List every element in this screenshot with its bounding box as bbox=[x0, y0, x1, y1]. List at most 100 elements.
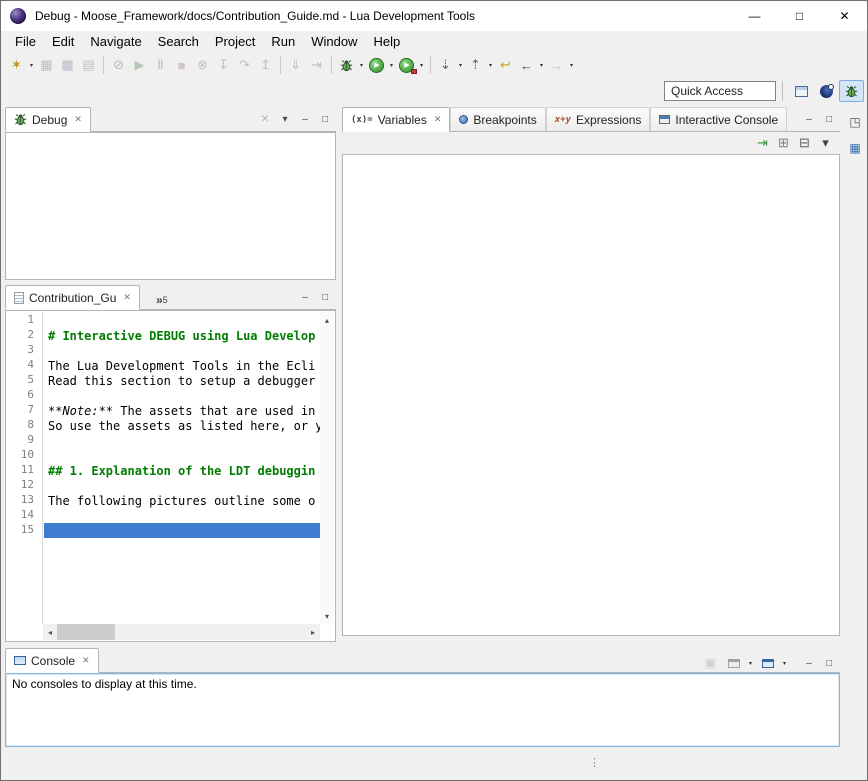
menu-navigate[interactable]: Navigate bbox=[82, 32, 149, 51]
use-step-filters-icon[interactable]: ⇥ bbox=[306, 54, 327, 76]
maximize-button[interactable]: □ bbox=[777, 1, 822, 31]
scroll-right-icon[interactable]: ▸ bbox=[306, 624, 320, 640]
skip-all-breakpoints-icon[interactable]: ⊘ bbox=[108, 54, 129, 76]
maximize-view-icon[interactable]: □ bbox=[823, 111, 835, 127]
editor-line-6[interactable] bbox=[44, 388, 320, 403]
scroll-up-icon[interactable]: ▴ bbox=[320, 312, 334, 328]
external-tools-dropdown-icon[interactable]: ▾ bbox=[417, 54, 426, 76]
debug-dropdown-icon[interactable]: ▾ bbox=[357, 54, 366, 76]
resize-grip[interactable]: ⋮ bbox=[589, 756, 600, 769]
editor-line-1[interactable] bbox=[44, 313, 320, 328]
tab-expressions[interactable]: x+yExpressions bbox=[546, 107, 651, 131]
editor-line-3[interactable] bbox=[44, 343, 320, 358]
lua-perspective-button[interactable] bbox=[814, 80, 839, 102]
editor-horizontal-scrollbar[interactable]: ◂ ▸ bbox=[43, 624, 320, 640]
print-icon[interactable]: ▤ bbox=[78, 54, 99, 76]
editor-line-4[interactable]: The Lua Development Tools in the Ecli bbox=[44, 358, 320, 373]
run-dropdown-icon[interactable]: ▾ bbox=[387, 54, 396, 76]
editor-line-13[interactable]: The following pictures outline some o bbox=[44, 493, 320, 508]
scrollbar-thumb[interactable] bbox=[57, 624, 115, 640]
console-content[interactable]: No consoles to display at this time. bbox=[5, 673, 840, 747]
forward-icon[interactable]: → bbox=[546, 54, 567, 76]
menu-file[interactable]: File bbox=[7, 32, 44, 51]
editor-code[interactable]: # Interactive DEBUG using Lua Develop The… bbox=[44, 312, 320, 624]
menu-help[interactable]: Help bbox=[365, 32, 408, 51]
open-console-dropdown-icon[interactable]: ▾ bbox=[780, 652, 789, 674]
menu-window[interactable]: Window bbox=[303, 32, 365, 51]
previous-annotation-dropdown-icon[interactable]: ▾ bbox=[486, 54, 495, 76]
back-icon[interactable]: ← bbox=[516, 54, 537, 76]
run-icon[interactable]: ▶ bbox=[366, 54, 387, 76]
remove-all-terminated-icon[interactable]: ✕ bbox=[259, 111, 271, 127]
close-icon[interactable]: ✕ bbox=[74, 114, 82, 125]
drop-to-frame-icon[interactable]: ⇓ bbox=[285, 54, 306, 76]
editor-vertical-scrollbar[interactable]: ▴ ▾ bbox=[320, 312, 334, 624]
close-icon[interactable]: ✕ bbox=[123, 292, 131, 303]
editor-line-14[interactable] bbox=[44, 508, 320, 523]
minimize-view-icon[interactable]: – bbox=[299, 289, 311, 305]
scroll-left-icon[interactable]: ◂ bbox=[43, 624, 57, 640]
debug-perspective-button[interactable] bbox=[839, 80, 864, 102]
maximize-view-icon[interactable]: □ bbox=[319, 111, 331, 127]
new-icon[interactable]: ✶ bbox=[6, 54, 27, 76]
save-icon[interactable]: ▦ bbox=[36, 54, 57, 76]
editor-line-12[interactable] bbox=[44, 478, 320, 493]
view-menu-icon[interactable]: ▾ bbox=[815, 132, 836, 154]
forward-dropdown-icon[interactable]: ▾ bbox=[567, 54, 576, 76]
editor[interactable]: 123456789101112131415 # Interactive DEBU… bbox=[5, 310, 336, 642]
close-icon[interactable]: ✕ bbox=[434, 114, 442, 125]
editor-line-8[interactable]: So use the assets as listed here, or y bbox=[44, 418, 320, 433]
step-into-icon[interactable]: ↧ bbox=[213, 54, 234, 76]
debug-icon[interactable] bbox=[336, 54, 357, 76]
step-return-icon[interactable]: ↥ bbox=[255, 54, 276, 76]
tab-interactive-console[interactable]: Interactive Console bbox=[650, 107, 787, 131]
menu-project[interactable]: Project bbox=[207, 32, 263, 51]
scroll-down-icon[interactable]: ▾ bbox=[320, 608, 334, 624]
terminate-icon[interactable]: ■ bbox=[171, 54, 192, 76]
show-type-names-icon[interactable]: ⇥ bbox=[752, 132, 773, 154]
open-perspective-button[interactable] bbox=[789, 80, 814, 102]
back-dropdown-icon[interactable]: ▾ bbox=[537, 54, 546, 76]
next-annotation-dropdown-icon[interactable]: ▾ bbox=[456, 54, 465, 76]
minimized-view-grid-icon[interactable]: ▦ bbox=[846, 139, 864, 157]
editor-line-11[interactable]: ## 1. Explanation of the LDT debuggin bbox=[44, 463, 320, 478]
disconnect-icon[interactable]: ⊗ bbox=[192, 54, 213, 76]
show-logical-structure-icon[interactable]: ⊞ bbox=[773, 132, 794, 154]
editor-line-15[interactable] bbox=[44, 523, 320, 538]
new-dropdown-icon[interactable]: ▾ bbox=[27, 54, 36, 76]
editor-line-2[interactable]: # Interactive DEBUG using Lua Develop bbox=[44, 328, 320, 343]
close-icon[interactable]: ✕ bbox=[82, 655, 90, 666]
view-menu-icon[interactable]: ▾ bbox=[279, 111, 291, 127]
maximize-view-icon[interactable]: □ bbox=[319, 289, 331, 305]
open-console-icon[interactable] bbox=[757, 652, 778, 674]
tab-breakpoints[interactable]: Breakpoints bbox=[450, 107, 545, 131]
menu-run[interactable]: Run bbox=[263, 32, 303, 51]
maximize-view-icon[interactable]: □ bbox=[823, 655, 835, 671]
next-annotation-icon[interactable]: ⇣ bbox=[435, 54, 456, 76]
restore-views-icon[interactable]: ◳ bbox=[846, 113, 864, 131]
minimize-button[interactable]: — bbox=[732, 1, 777, 31]
pin-console-icon[interactable]: ▣ bbox=[700, 652, 721, 674]
editor-overflow-button[interactable]: » 5 bbox=[152, 295, 172, 309]
editor-line-9[interactable] bbox=[44, 433, 320, 448]
tab-debug[interactable]: Debug ✕ bbox=[5, 107, 91, 132]
tab-variables[interactable]: (x)=Variables✕ bbox=[342, 107, 450, 132]
last-edit-location-icon[interactable]: ↩ bbox=[495, 54, 516, 76]
minimize-view-icon[interactable]: – bbox=[299, 111, 311, 127]
minimize-view-icon[interactable]: – bbox=[803, 655, 815, 671]
suspend-icon[interactable]: Ⅱ bbox=[150, 54, 171, 76]
quick-access-input[interactable]: Quick Access bbox=[664, 81, 776, 101]
tab-console[interactable]: Console ✕ bbox=[5, 648, 99, 673]
close-button[interactable]: ✕ bbox=[822, 1, 867, 31]
collapse-all-icon[interactable]: ⊟ bbox=[794, 132, 815, 154]
previous-annotation-icon[interactable]: ⇡ bbox=[465, 54, 486, 76]
display-selected-console-dropdown-icon[interactable]: ▾ bbox=[746, 652, 755, 674]
minimize-view-icon[interactable]: – bbox=[803, 111, 815, 127]
menu-edit[interactable]: Edit bbox=[44, 32, 82, 51]
editor-line-10[interactable] bbox=[44, 448, 320, 463]
tab-contribution-guide[interactable]: Contribution_Gu ✕ bbox=[5, 285, 140, 310]
editor-line-7[interactable]: **Note:** The assets that are used in bbox=[44, 403, 320, 418]
external-tools-icon[interactable]: ▶ bbox=[396, 54, 417, 76]
debug-view-content[interactable] bbox=[5, 132, 336, 280]
save-all-icon[interactable]: ▩ bbox=[57, 54, 78, 76]
